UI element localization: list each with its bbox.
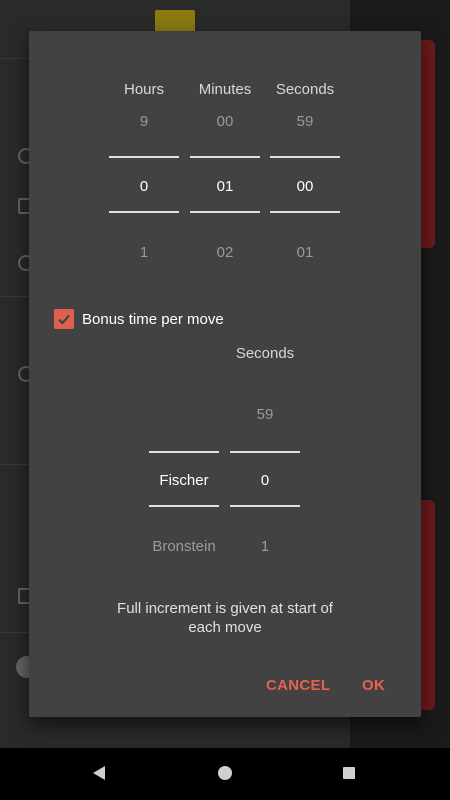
bonus-seconds-next-value[interactable]: 1 <box>230 538 300 555</box>
bonus-time-checkbox[interactable] <box>54 309 74 329</box>
bonus-type-picker[interactable]: Fischer Bronstein <box>149 31 219 571</box>
time-control-dialog: Hours Minutes Seconds 9 0 1 00 01 02 59 … <box>29 31 421 717</box>
picker-divider <box>149 505 219 507</box>
picker-divider <box>149 451 219 453</box>
bonus-seconds-picker[interactable]: 59 0 1 <box>230 31 300 571</box>
bonus-seconds-value[interactable]: 0 <box>230 472 300 489</box>
app-logo-icon <box>155 10 195 32</box>
ok-button[interactable]: OK <box>362 677 385 694</box>
cancel-button[interactable]: CANCEL <box>266 677 330 694</box>
recents-icon[interactable] <box>343 767 355 779</box>
home-icon[interactable] <box>218 766 232 780</box>
picker-divider <box>230 451 300 453</box>
back-icon[interactable] <box>93 766 105 780</box>
bonus-type-next-value[interactable]: Bronstein <box>149 538 219 555</box>
increment-note: Full increment is given at start of each… <box>117 600 333 636</box>
picker-divider <box>230 505 300 507</box>
bonus-seconds-prev-value[interactable]: 59 <box>230 406 300 423</box>
checkmark-icon <box>58 314 70 325</box>
bonus-type-value[interactable]: Fischer <box>149 472 219 489</box>
system-navigation-bar <box>0 748 450 800</box>
